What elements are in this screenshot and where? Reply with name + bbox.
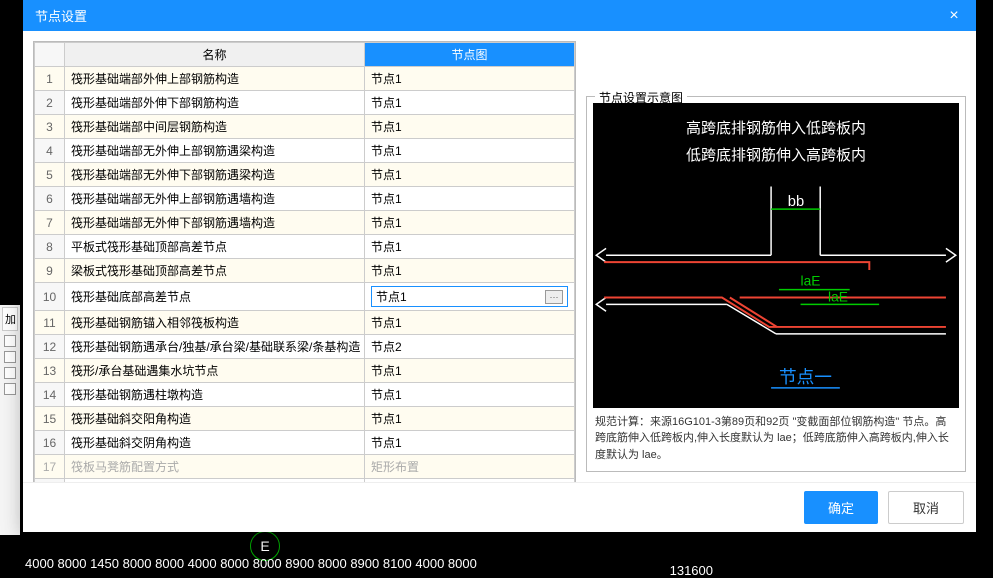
row-number: 1: [35, 67, 65, 91]
node-cell[interactable]: 节点1: [365, 431, 575, 455]
row-number: 12: [35, 335, 65, 359]
table-row[interactable]: 9梁板式筏形基础顶部高差节点节点1: [35, 259, 575, 283]
node-cell[interactable]: 节点1: [365, 115, 575, 139]
name-header[interactable]: 名称: [65, 43, 365, 67]
node-cell-value: 节点1: [376, 288, 407, 305]
name-cell[interactable]: 筏形基础钢筋锚入相邻筏板构造: [65, 311, 365, 335]
node-cell[interactable]: 节点1: [365, 91, 575, 115]
table-row[interactable]: 15筏形基础斜交阳角构造节点1: [35, 407, 575, 431]
name-cell[interactable]: 筏形基础端部无外伸下部钢筋遇墙构造: [65, 211, 365, 235]
name-cell[interactable]: 梁板式筏形基础顶部高差节点: [65, 259, 365, 283]
table-row[interactable]: 7筏形基础端部无外伸下部钢筋遇墙构造节点1: [35, 211, 575, 235]
ellipsis-icon[interactable]: ⋯: [545, 290, 563, 304]
name-cell[interactable]: 筏形基础钢筋遇柱墩构造: [65, 383, 365, 407]
table-row[interactable]: 2筏形基础端部外伸下部钢筋构造节点1: [35, 91, 575, 115]
row-number: 13: [35, 359, 65, 383]
row-number: 11: [35, 311, 65, 335]
row-number: 3: [35, 115, 65, 139]
table-row[interactable]: 14筏形基础钢筋遇柱墩构造节点1: [35, 383, 575, 407]
close-icon[interactable]: ×: [944, 7, 964, 25]
row-number: 10: [35, 283, 65, 311]
node-cell[interactable]: 节点1: [365, 359, 575, 383]
table-row[interactable]: 8平板式筏形基础顶部高差节点节点1: [35, 235, 575, 259]
node-cell[interactable]: 节点1: [365, 311, 575, 335]
name-cell[interactable]: 筏形基础端部中间层钢筋构造: [65, 115, 365, 139]
name-cell[interactable]: 筏形基础端部无外伸下部钢筋遇梁构造: [65, 163, 365, 187]
row-number: 4: [35, 139, 65, 163]
table-row[interactable]: 10筏形基础底部高差节点节点1 ⋯: [35, 283, 575, 311]
preview-description: 规范计算：来源16G101-3第89页和92页 "变截面部位钢筋构造" 节点。高…: [593, 408, 959, 466]
table-row[interactable]: 1筏形基础端部外伸上部钢筋构造节点1: [35, 67, 575, 91]
table-row[interactable]: 17筏板马凳筋配置方式矩形布置: [35, 455, 575, 479]
row-number: 14: [35, 383, 65, 407]
node-cell[interactable]: 节点1: [365, 259, 575, 283]
laE-label-2: laE: [828, 289, 848, 304]
cancel-button[interactable]: 取消: [888, 491, 964, 524]
table-row[interactable]: 4筏形基础端部无外伸上部钢筋遇梁构造节点1: [35, 139, 575, 163]
node-name-label: 节点一: [779, 367, 832, 387]
table-row[interactable]: 5筏形基础端部无外伸下部钢筋遇梁构造节点1: [35, 163, 575, 187]
table-row[interactable]: 3筏形基础端部中间层钢筋构造节点1: [35, 115, 575, 139]
row-number: 7: [35, 211, 65, 235]
table-row[interactable]: 6筏形基础端部无外伸上部钢筋遇墙构造节点1: [35, 187, 575, 211]
name-cell[interactable]: 筏形基础端部无外伸上部钢筋遇梁构造: [65, 139, 365, 163]
name-cell[interactable]: 平板式筏形基础顶部高差节点: [65, 235, 365, 259]
side-panel: 加: [0, 305, 20, 535]
name-cell[interactable]: 筏形基础底部高差节点: [65, 283, 365, 311]
name-cell[interactable]: 筏形基础端部外伸下部钢筋构造: [65, 91, 365, 115]
rownum-header: [35, 43, 65, 67]
checkbox-opt1[interactable]: [4, 335, 16, 347]
ok-button[interactable]: 确定: [804, 491, 878, 524]
node-cell[interactable]: 节点2: [365, 335, 575, 359]
dialog-titlebar: 节点设置 ×: [23, 0, 976, 31]
table-row[interactable]: 12筏形基础钢筋遇承台/独基/承台梁/基础联系梁/条基构造节点2: [35, 335, 575, 359]
node-cell[interactable]: 节点1: [365, 67, 575, 91]
node-cell[interactable]: 节点1: [365, 163, 575, 187]
row-number: 8: [35, 235, 65, 259]
table-row[interactable]: 11筏形基础钢筋锚入相邻筏板构造节点1: [35, 311, 575, 335]
node-cell[interactable]: 节点1: [365, 187, 575, 211]
name-cell[interactable]: 筏形基础斜交阳角构造: [65, 407, 365, 431]
row-number: 6: [35, 187, 65, 211]
node-cell[interactable]: 节点1: [365, 383, 575, 407]
dialog-title-text: 节点设置: [35, 6, 87, 25]
node-grid[interactable]: 名称 节点图 1筏形基础端部外伸上部钢筋构造节点12筏形基础端部外伸下部钢筋构造…: [33, 41, 576, 482]
add-button[interactable]: 加: [2, 307, 18, 331]
row-number: 16: [35, 431, 65, 455]
name-cell[interactable]: 筏形/承台基础遇集水坑节点: [65, 359, 365, 383]
row-number: 9: [35, 259, 65, 283]
bg-ruler: 4000 8000 1450 8000 8000 4000 8000 8000 …: [0, 536, 993, 576]
row-number: 2: [35, 91, 65, 115]
checkbox-opt4[interactable]: [4, 383, 16, 395]
table-row[interactable]: 16筏形基础斜交阴角构造节点1: [35, 431, 575, 455]
name-cell[interactable]: 筏形基础端部外伸上部钢筋构造: [65, 67, 365, 91]
checkbox-opt3[interactable]: [4, 367, 16, 379]
node-cell[interactable]: 节点1: [365, 407, 575, 431]
row-number: 5: [35, 163, 65, 187]
node-header[interactable]: 节点图: [365, 43, 575, 67]
row-number: 17: [35, 455, 65, 479]
node-cell[interactable]: 节点1: [365, 211, 575, 235]
node-settings-dialog: 节点设置 × 名称 节点图 1筏形基础端部外伸上部钢筋构造节点12筏形基础端部外…: [23, 0, 976, 532]
name-cell[interactable]: 筏形基础钢筋遇承台/独基/承台梁/基础联系梁/条基构造: [65, 335, 365, 359]
bb-label: bb: [788, 194, 804, 210]
name-cell[interactable]: 筏形基础斜交阴角构造: [65, 431, 365, 455]
name-cell[interactable]: 筏形基础端部无外伸上部钢筋遇墙构造: [65, 187, 365, 211]
preview-group: 节点设置示意图 高跨底排钢筋伸入低跨板内 低跨底排钢筋伸入高跨板内 bb: [586, 96, 966, 472]
laE-label-1: laE: [801, 274, 821, 289]
name-cell[interactable]: 筏板马凳筋配置方式: [65, 455, 365, 479]
node-cell[interactable]: 节点1: [365, 139, 575, 163]
dialog-footer: 确定 取消: [23, 482, 976, 532]
diagram-canvas: 高跨底排钢筋伸入低跨板内 低跨底排钢筋伸入高跨板内 bb: [593, 103, 959, 408]
table-row[interactable]: 13筏形/承台基础遇集水坑节点节点1: [35, 359, 575, 383]
node-cell[interactable]: 节点1: [365, 235, 575, 259]
node-cell[interactable]: 矩形布置: [365, 455, 575, 479]
node-cell[interactable]: 节点1 ⋯: [365, 283, 575, 311]
checkbox-opt2[interactable]: [4, 351, 16, 363]
row-number: 15: [35, 407, 65, 431]
